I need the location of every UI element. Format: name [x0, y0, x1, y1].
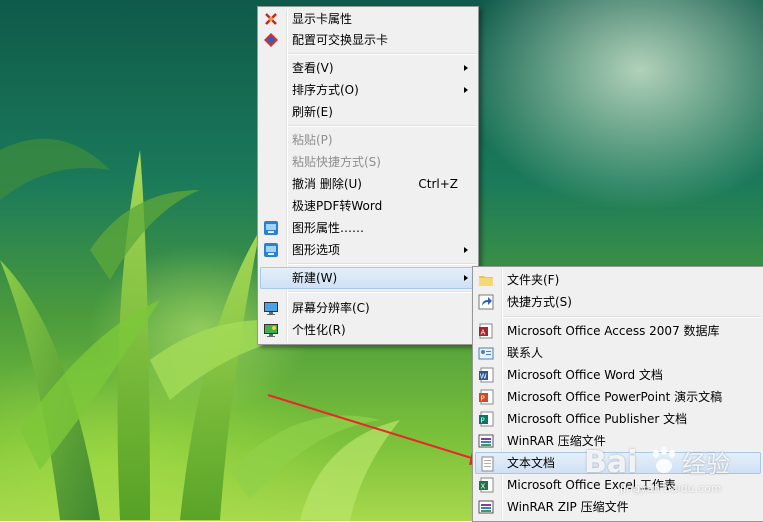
menu-item-label: 粘贴快捷方式(S)	[292, 155, 381, 169]
menu-item-label: 屏幕分辨率(C)	[292, 301, 370, 315]
winrar-zip-icon	[478, 499, 494, 515]
menu-item-personalize[interactable]: 个性化(R)	[260, 319, 476, 341]
submenu-arrow-icon	[464, 247, 468, 253]
menu-item-label: 配置可交换显示卡	[292, 33, 389, 47]
menu-item-label: 撤消 删除(U)	[292, 177, 362, 191]
menu-item-label: Microsoft Office Access 2007 数据库	[507, 324, 720, 338]
menu-item-label: 刷新(E)	[292, 105, 333, 119]
svg-text:A: A	[481, 329, 486, 337]
watermark-url: jingyan.baidu.com	[619, 482, 722, 495]
watermark-text: Bai	[584, 445, 637, 480]
menu-item-label: 查看(V)	[292, 61, 334, 75]
menu-item-label: Microsoft Office Word 文档	[507, 368, 663, 382]
submenu-item-access[interactable]: A Microsoft Office Access 2007 数据库	[475, 320, 761, 342]
menu-separator	[503, 316, 761, 318]
desktop-context-menu: 显示卡属性 配置可交换显示卡 查看(V) 排序方式(O) 刷新(E) 粘贴(P)…	[257, 6, 479, 345]
menu-item-switchable-graphics[interactable]: 配置可交换显示卡	[260, 29, 476, 51]
menu-item-paste-shortcut[interactable]: 粘贴快捷方式(S)	[260, 151, 476, 173]
submenu-item-publisher[interactable]: P Microsoft Office Publisher 文档	[475, 408, 761, 430]
menu-separator	[288, 53, 476, 55]
graphics-properties-icon	[263, 11, 279, 27]
menu-item-label: WinRAR ZIP 压缩文件	[507, 500, 629, 514]
contact-icon	[478, 345, 494, 361]
personalize-icon	[263, 322, 279, 338]
folder-icon	[478, 272, 494, 288]
menu-item-pdf-to-word[interactable]: 极速PDF转Word	[260, 195, 476, 217]
svg-text:X: X	[481, 483, 486, 491]
publisher-icon: P	[478, 411, 494, 427]
submenu-item-folder[interactable]: 文件夹(F)	[475, 269, 761, 291]
excel-icon: X	[478, 477, 494, 493]
menu-item-shortcut: Ctrl+Z	[418, 177, 458, 191]
baidu-jingyan-watermark: Bai 经验 jingyan.baidu.com	[580, 440, 760, 498]
svg-text:W: W	[480, 373, 487, 381]
screen-resolution-icon	[263, 300, 279, 316]
menu-item-view[interactable]: 查看(V)	[260, 57, 476, 79]
submenu-arrow-icon	[464, 275, 468, 281]
menu-item-graphics-properties-intel[interactable]: 图形属性……	[260, 217, 476, 239]
menu-item-label: 图形属性……	[292, 221, 365, 235]
menu-item-label: 图形选项	[292, 243, 341, 257]
menu-item-label: 联系人	[507, 346, 544, 360]
menu-item-undo-delete[interactable]: 撤消 删除(U) Ctrl+Z	[260, 173, 476, 195]
submenu-item-winrar-zip[interactable]: WinRAR ZIP 压缩文件	[475, 496, 761, 518]
word-icon: W	[478, 367, 494, 383]
menu-item-new[interactable]: 新建(W)	[260, 267, 476, 289]
submenu-arrow-icon	[464, 87, 468, 93]
menu-item-paste[interactable]: 粘贴(P)	[260, 129, 476, 151]
menu-item-refresh[interactable]: 刷新(E)	[260, 101, 476, 123]
menu-separator	[288, 291, 476, 293]
menu-item-label: 新建(W)	[292, 271, 338, 285]
menu-item-label: 个性化(R)	[292, 323, 346, 337]
submenu-item-powerpoint[interactable]: P Microsoft Office PowerPoint 演示文稿	[475, 386, 761, 408]
submenu-item-shortcut[interactable]: 快捷方式(S)	[475, 291, 761, 313]
menu-item-graphics-options[interactable]: 图形选项	[260, 239, 476, 261]
menu-item-label: 显示卡属性	[292, 12, 353, 26]
switchable-graphics-icon	[263, 32, 279, 48]
svg-text:P: P	[481, 417, 485, 425]
menu-item-label: 快捷方式(S)	[507, 295, 572, 309]
menu-item-label: 文本文档	[507, 456, 556, 470]
menu-item-label: 文件夹(F)	[507, 273, 560, 287]
shortcut-icon	[478, 294, 494, 310]
menu-item-label: Microsoft Office PowerPoint 演示文稿	[507, 390, 723, 404]
submenu-arrow-icon	[464, 65, 468, 71]
watermark-subtext: 经验	[682, 450, 730, 478]
menu-item-sort-by[interactable]: 排序方式(O)	[260, 79, 476, 101]
svg-text:P: P	[481, 395, 485, 403]
menu-item-label: 极速PDF转Word	[292, 199, 383, 213]
access-icon: A	[478, 323, 494, 339]
menu-separator	[288, 125, 476, 127]
menu-item-screen-resolution[interactable]: 屏幕分辨率(C)	[260, 297, 476, 319]
text-document-icon	[479, 456, 495, 472]
winrar-icon	[478, 433, 494, 449]
menu-item-label: Microsoft Office Publisher 文档	[507, 412, 688, 426]
submenu-item-word[interactable]: W Microsoft Office Word 文档	[475, 364, 761, 386]
intel-graphics-icon	[263, 242, 279, 258]
menu-item-label: 粘贴(P)	[292, 133, 333, 147]
menu-separator	[288, 263, 476, 265]
menu-item-graphics-properties[interactable]: 显示卡属性	[260, 8, 476, 30]
intel-graphics-icon	[263, 220, 279, 236]
powerpoint-icon: P	[478, 389, 494, 405]
menu-item-label: 排序方式(O)	[292, 83, 359, 97]
submenu-item-contact[interactable]: 联系人	[475, 342, 761, 364]
